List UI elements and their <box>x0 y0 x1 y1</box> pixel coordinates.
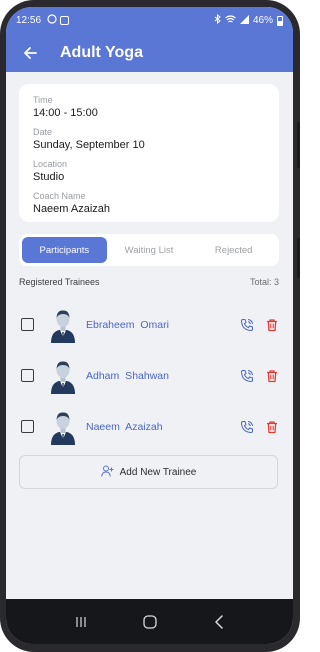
location-value: Studio <box>33 171 65 183</box>
screen: 12:56 46% Adult Yoga Time 14:00 - 15:00 … <box>6 7 293 644</box>
page-title: Adult Yoga <box>60 44 143 61</box>
row-actions <box>240 369 279 383</box>
coach-value: Naeem Azaizah <box>33 203 111 215</box>
coach-field: Coach Name Naeem Azaizah <box>33 190 265 217</box>
date-label: Date <box>33 127 53 137</box>
total-count: Total: 3 <box>249 277 279 287</box>
time-field: Time 14:00 - 15:00 <box>33 94 265 121</box>
image-icon <box>60 16 70 25</box>
trash-icon[interactable] <box>265 420 279 434</box>
location-label: Location <box>33 159 68 169</box>
add-trainee-label: Add New Trainee <box>119 466 197 478</box>
location-field: Location Studio <box>33 158 265 185</box>
time-label: Time <box>33 95 53 105</box>
avatar <box>50 409 76 445</box>
select-checkbox[interactable] <box>21 369 34 382</box>
tab-participants[interactable]: Participants <box>22 237 107 263</box>
trainee-name[interactable]: Naeem Azaizah <box>86 421 163 433</box>
recent-apps-icon[interactable] <box>69 612 93 632</box>
date-field: Date Sunday, September 10 <box>33 126 265 153</box>
tab-rejected[interactable]: Rejected <box>191 237 276 263</box>
trainees-header: Registered Trainees Total: 3 <box>19 277 279 291</box>
add-user-icon <box>100 465 114 480</box>
select-checkbox[interactable] <box>21 420 34 433</box>
battery-percent: 46% <box>252 15 273 26</box>
section-title: Registered Trainees <box>19 277 100 287</box>
trainee-row: Adham Shahwan <box>19 350 279 401</box>
coach-label: Coach Name <box>33 191 86 201</box>
notification-icons <box>47 14 70 27</box>
phone-icon[interactable] <box>240 420 254 434</box>
avatar <box>50 358 76 394</box>
trash-icon[interactable] <box>265 369 279 383</box>
row-actions <box>240 318 279 332</box>
status-bar: 12:56 46% <box>6 7 293 34</box>
wifi-icon <box>225 14 236 27</box>
trainee-name[interactable]: Adham Shahwan <box>86 370 169 382</box>
select-checkbox[interactable] <box>21 318 34 331</box>
date-value: Sunday, September 10 <box>33 139 145 151</box>
bluetooth-icon <box>214 13 221 27</box>
status-time: 12:56 <box>16 15 42 26</box>
power-button <box>297 238 300 278</box>
time-value: 14:00 - 15:00 <box>33 107 98 119</box>
row-actions <box>240 420 279 434</box>
segment-tabs: Participants Waiting List Rejected <box>19 234 279 266</box>
home-icon[interactable] <box>138 612 162 632</box>
battery-icon <box>277 15 283 26</box>
trainee-row: Ebraheem Omari <box>19 299 279 350</box>
trash-icon[interactable] <box>265 318 279 332</box>
trainee-list: Ebraheem Omari Adham Shahwan Naeem Azaiz… <box>19 299 279 452</box>
trainee-row: Naeem Azaizah <box>19 401 279 452</box>
status-right: 46% <box>214 13 283 27</box>
phone-icon[interactable] <box>240 318 254 332</box>
volume-button <box>297 122 300 168</box>
app-bar: Adult Yoga <box>6 34 293 72</box>
phone-frame: 12:56 46% Adult Yoga Time 14:00 - 15:00 … <box>0 0 300 652</box>
signal-icon <box>239 14 249 27</box>
back-arrow-icon[interactable] <box>20 43 40 63</box>
system-nav-bar <box>6 599 293 644</box>
avatar <box>50 307 76 343</box>
session-info-card: Time 14:00 - 15:00 Date Sunday, Septembe… <box>19 84 279 222</box>
phone-icon[interactable] <box>240 369 254 383</box>
back-nav-icon[interactable] <box>207 612 231 632</box>
add-trainee-button[interactable]: Add New Trainee <box>19 455 278 489</box>
trainee-name[interactable]: Ebraheem Omari <box>86 319 169 331</box>
whatsapp-icon <box>47 14 57 27</box>
tab-waiting-list[interactable]: Waiting List <box>107 237 192 263</box>
